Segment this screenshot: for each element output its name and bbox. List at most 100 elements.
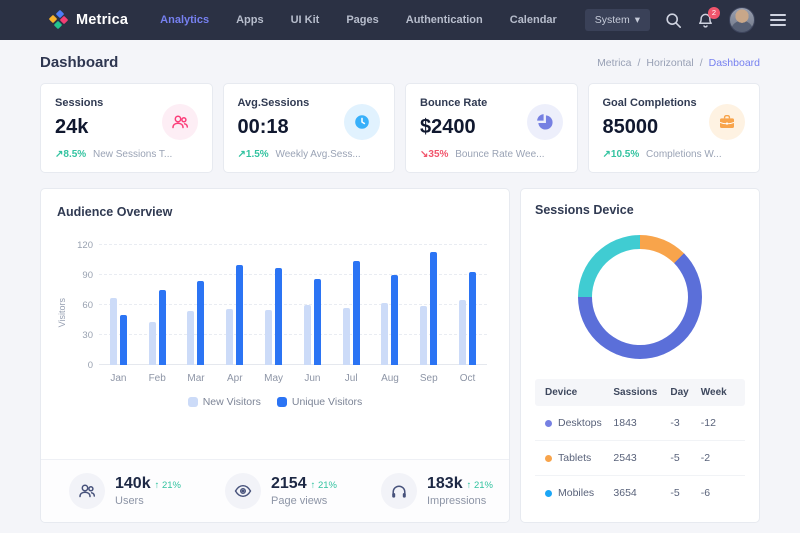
delta-badge: ↑ 21% (311, 480, 337, 491)
bar-unique-visitors (314, 279, 321, 365)
tablets-dot-icon (545, 455, 552, 462)
bar-unique-visitors (391, 275, 398, 365)
audience-footer-stats: 140k↑ 21% Users 2154↑ 21% Page views 1 (41, 459, 509, 522)
system-dropdown[interactable]: System ▾ (585, 9, 650, 31)
stat-card-goal-completions: Goal Completions 85000 ↗10.5% Completion… (588, 83, 761, 173)
menu-toggle-icon[interactable] (770, 14, 786, 26)
bar-group-mar (177, 241, 216, 365)
bar-group-aug (371, 241, 410, 365)
footer-stat-impressions: 183k↑ 21% Impressions (353, 473, 509, 509)
bar-unique-visitors (353, 261, 360, 365)
breadcrumb-current: Dashboard (709, 57, 760, 69)
bar-new-visitors (420, 306, 427, 365)
bar-group-may (254, 241, 293, 365)
main-nav: Analytics Apps UI Kit Pages Authenticati… (160, 14, 557, 26)
sessions-device-table: Device Sassions Day Week Desktops 1843 -… (535, 379, 745, 510)
chevron-down-icon: ▾ (635, 14, 640, 26)
bar-group-oct (448, 241, 487, 365)
briefcase-icon (718, 113, 736, 131)
legend-swatch-icon (277, 397, 287, 407)
audience-legend: New Visitors Unique Visitors (57, 396, 493, 408)
nav-item-analytics[interactable]: Analytics (160, 14, 209, 26)
y-tick-label: 90 (71, 270, 93, 281)
trend-up-icon: ↗ (238, 149, 246, 160)
bar-new-visitors (381, 303, 388, 365)
table-row: Tablets 2543 -5 -2 (535, 441, 745, 476)
y-tick-label: 120 (71, 240, 93, 251)
main-row: Audience Overview Visitors 0306090120 Ja… (0, 188, 800, 523)
legend-new-visitors[interactable]: New Visitors (188, 396, 261, 408)
mobiles-dot-icon (545, 490, 552, 497)
bar-group-jun (293, 241, 332, 365)
bar-unique-visitors (469, 272, 476, 365)
bar-new-visitors (149, 322, 156, 365)
stat-title: Bounce Rate (420, 97, 487, 109)
delta-badge: ↑ 21% (155, 480, 181, 491)
nav-item-authentication[interactable]: Authentication (406, 14, 483, 26)
notifications-button[interactable]: 2 (697, 12, 714, 29)
sessions-device-donut (578, 235, 702, 359)
bar-chart-plot: 0306090120 (99, 241, 487, 365)
x-axis-labels: JanFebMarAprMayJunJulAugSepOct (99, 373, 487, 384)
stat-trend: ↗8.5% New Sessions T... (55, 149, 198, 160)
bar-group-jan (99, 241, 138, 365)
group-icon (171, 113, 189, 131)
stat-value: 24k (55, 116, 103, 139)
stat-value: 85000 (603, 116, 697, 139)
y-axis-label: Visitors (57, 298, 67, 327)
x-tick-label: Jan (99, 373, 138, 384)
bar-new-visitors (459, 300, 466, 365)
sessions-device-card: Sessions Device Device Sassions Day Week… (520, 188, 760, 523)
bar-unique-visitors (197, 281, 204, 365)
brand-name: Metrica (76, 12, 128, 28)
brand[interactable]: Metrica (50, 11, 128, 29)
breadcrumb: Metrica / Horizontal / Dashboard (597, 57, 760, 69)
stat-trend: ↗10.5% Completions W... (603, 149, 746, 160)
breadcrumb-horizontal[interactable]: Horizontal (646, 57, 693, 69)
x-tick-label: Apr (215, 373, 254, 384)
nav-item-apps[interactable]: Apps (236, 14, 264, 26)
user-avatar[interactable] (729, 7, 755, 33)
bar-new-visitors (110, 298, 117, 365)
x-tick-label: Feb (138, 373, 177, 384)
stat-icon-wrap (709, 104, 745, 140)
stat-trend: ↘35% Bounce Rate Wee... (420, 149, 563, 160)
legend-unique-visitors[interactable]: Unique Visitors (277, 396, 362, 408)
breadcrumb-metrica[interactable]: Metrica (597, 57, 631, 69)
stat-card-avg-sessions: Avg.Sessions 00:18 ↗1.5% Weekly Avg.Sess… (223, 83, 396, 173)
bar-unique-visitors (159, 290, 166, 365)
bar-new-visitors (187, 311, 194, 365)
stat-icon-wrap (162, 104, 198, 140)
y-tick-label: 30 (71, 330, 93, 341)
group-icon (69, 473, 105, 509)
nav-item-pages[interactable]: Pages (346, 14, 378, 26)
footer-stat-page-views: 2154↑ 21% Page views (197, 473, 353, 509)
x-tick-label: Jul (332, 373, 371, 384)
trend-up-icon: ↗ (603, 149, 611, 160)
bar-unique-visitors (236, 265, 243, 365)
x-tick-label: Aug (371, 373, 410, 384)
stat-title: Avg.Sessions (238, 97, 310, 109)
eye-icon (225, 473, 261, 509)
metrica-logo-icon (50, 11, 68, 29)
pie-chart-icon (536, 113, 554, 131)
x-tick-label: May (254, 373, 293, 384)
search-button[interactable] (665, 12, 682, 29)
nav-item-calendar[interactable]: Calendar (510, 14, 557, 26)
clock-icon (353, 113, 371, 131)
bar-group-sep (409, 241, 448, 365)
system-dropdown-label: System (595, 14, 630, 26)
bar-unique-visitors (275, 268, 282, 365)
delta-badge: ↑ 21% (467, 480, 493, 491)
headphones-icon (381, 473, 417, 509)
bar-group-jul (332, 241, 371, 365)
stat-value: 00:18 (238, 116, 310, 139)
bar-unique-visitors (120, 315, 127, 365)
stat-cards-row: Sessions 24k ↗8.5% New Sessions T... Avg… (0, 83, 800, 173)
nav-item-ui-kit[interactable]: UI Kit (291, 14, 320, 26)
topbar-actions: System ▾ 2 (585, 7, 786, 33)
stat-icon-wrap (527, 104, 563, 140)
topbar: Metrica Analytics Apps UI Kit Pages Auth… (0, 0, 800, 40)
sessions-device-title: Sessions Device (535, 203, 745, 217)
bar-new-visitors (343, 308, 350, 365)
